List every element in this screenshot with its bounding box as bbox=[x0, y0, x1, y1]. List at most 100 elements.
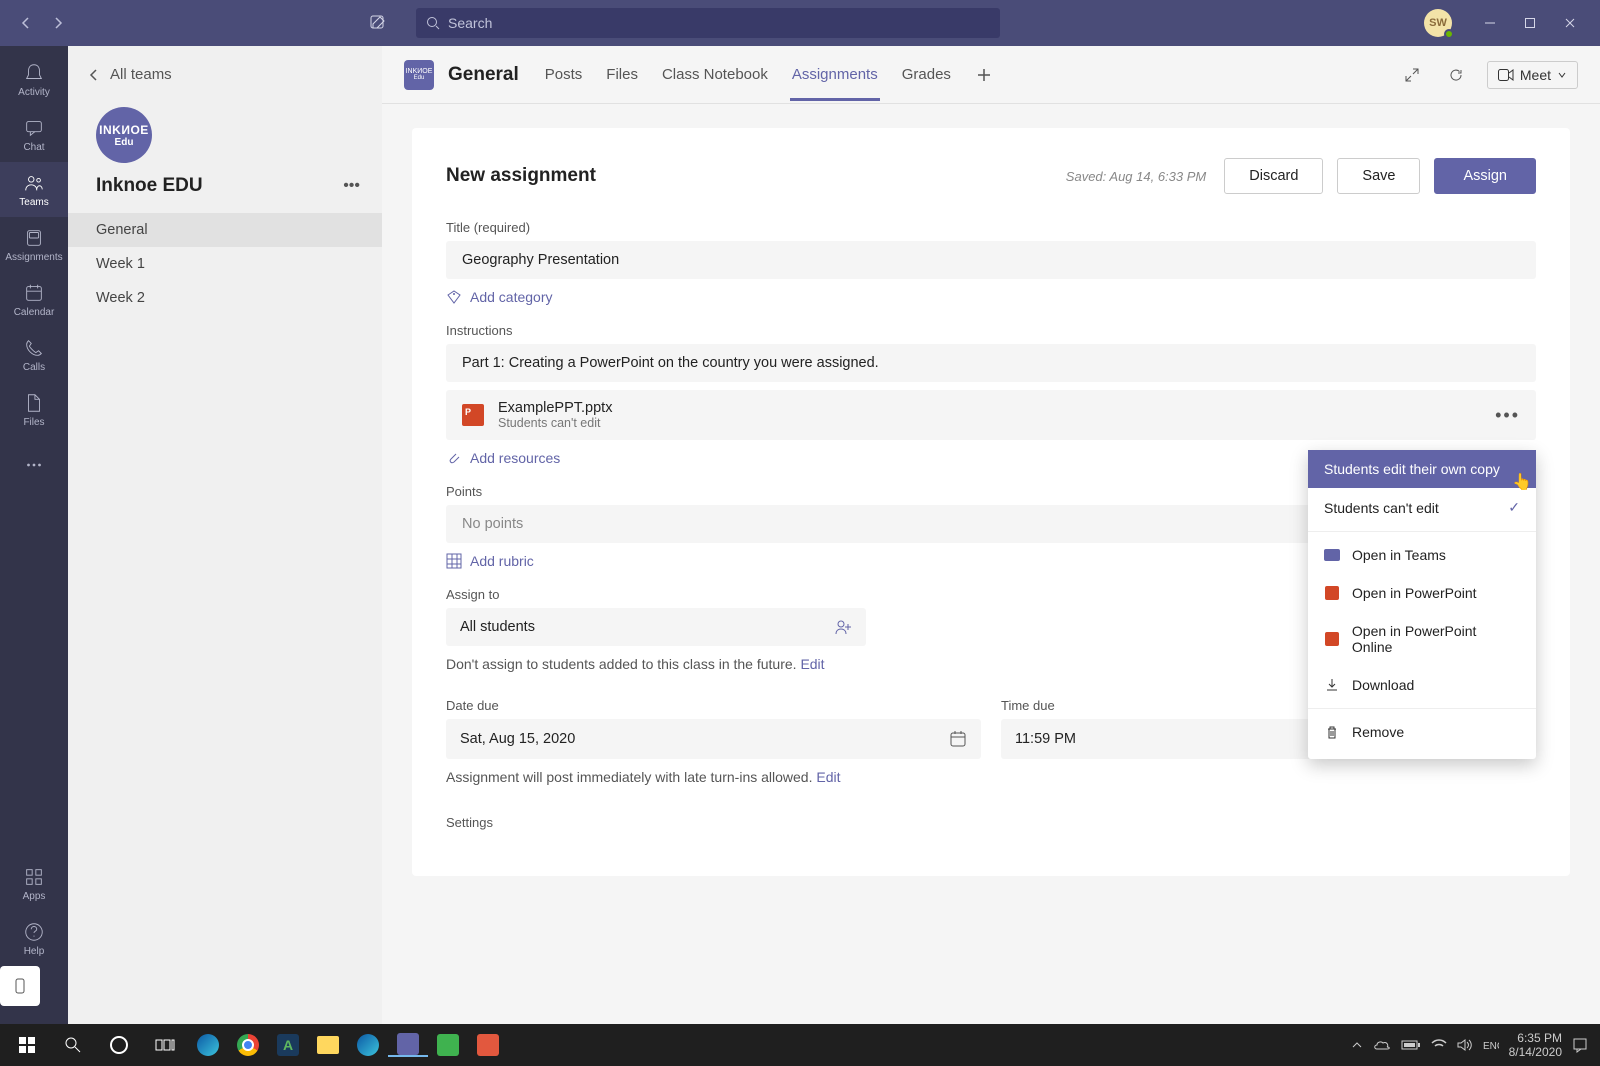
instructions-input[interactable]: Part 1: Creating a PowerPoint on the cou… bbox=[446, 344, 1536, 382]
nav-back-button[interactable] bbox=[16, 13, 36, 33]
start-button[interactable] bbox=[4, 1024, 50, 1066]
tab-class-notebook[interactable]: Class Notebook bbox=[652, 48, 778, 101]
post-note: Assignment will post immediately with la… bbox=[446, 769, 1536, 785]
user-avatar[interactable]: SW bbox=[1424, 9, 1452, 37]
rail-activity[interactable]: Activity bbox=[0, 52, 68, 107]
discard-button[interactable]: Discard bbox=[1224, 158, 1323, 194]
instructions-label: Instructions bbox=[446, 323, 1536, 338]
powerpoint-file-icon bbox=[462, 404, 484, 426]
assign-to-select[interactable]: All students bbox=[446, 608, 866, 646]
compose-button[interactable] bbox=[364, 9, 392, 37]
wifi-icon bbox=[1431, 1039, 1447, 1051]
trash-icon bbox=[1324, 724, 1340, 740]
date-due-label: Date due bbox=[446, 698, 981, 713]
channel-tabbar: INKИOEEdu General Posts Files Class Note… bbox=[382, 46, 1600, 104]
language-icon: ENG bbox=[1483, 1038, 1499, 1052]
notifications-icon bbox=[1572, 1037, 1588, 1053]
window-maximize-button[interactable] bbox=[1510, 3, 1550, 43]
tab-files[interactable]: Files bbox=[596, 48, 648, 101]
channel-week-1[interactable]: Week 1 bbox=[68, 247, 382, 281]
teams-icon bbox=[1324, 549, 1340, 561]
refresh-button[interactable] bbox=[1443, 62, 1469, 88]
taskbar-app-teams[interactable] bbox=[388, 1033, 428, 1057]
saved-timestamp: Saved: Aug 14, 6:33 PM bbox=[1066, 169, 1206, 184]
check-icon: ✓ bbox=[1508, 499, 1520, 516]
windows-taskbar: A ENG 6:35 PM 8/14/2020 bbox=[0, 1024, 1600, 1066]
system-tray[interactable]: ENG 6:35 PM 8/14/2020 bbox=[1351, 1031, 1596, 1060]
popout-button[interactable] bbox=[0, 966, 40, 1006]
chevron-down-icon bbox=[1557, 70, 1567, 80]
tab-grades[interactable]: Grades bbox=[892, 48, 961, 101]
rail-calls[interactable]: Calls bbox=[0, 327, 68, 382]
save-button[interactable]: Save bbox=[1337, 158, 1420, 194]
chevron-left-icon bbox=[88, 69, 100, 81]
taskbar-app-snagit[interactable] bbox=[468, 1034, 508, 1056]
team-name: Inknoe EDU bbox=[96, 175, 203, 197]
team-more-button[interactable]: ••• bbox=[343, 177, 360, 195]
window-minimize-button[interactable] bbox=[1470, 3, 1510, 43]
assign-button[interactable]: Assign bbox=[1434, 158, 1536, 194]
window-close-button[interactable] bbox=[1550, 3, 1590, 43]
rail-teams[interactable]: Teams bbox=[0, 162, 68, 217]
edit-post-note-link[interactable]: Edit bbox=[816, 769, 840, 785]
team-side-panel: All teams INKИOE Edu Inknoe EDU ••• Gene… bbox=[68, 46, 382, 1024]
window-titlebar: Search SW bbox=[0, 0, 1600, 46]
edit-assign-future-link[interactable]: Edit bbox=[800, 656, 824, 672]
menu-open-in-powerpoint-online[interactable]: Open in PowerPoint Online bbox=[1308, 612, 1536, 666]
expand-button[interactable] bbox=[1399, 62, 1425, 88]
taskbar-search[interactable] bbox=[50, 1024, 96, 1066]
attachment-more-button[interactable]: ••• bbox=[1495, 405, 1520, 426]
rail-more[interactable] bbox=[0, 437, 68, 492]
taskbar-app-edge[interactable] bbox=[188, 1034, 228, 1056]
channel-week-2[interactable]: Week 2 bbox=[68, 281, 382, 315]
taskbar-app-chrome[interactable] bbox=[228, 1034, 268, 1056]
menu-remove[interactable]: Remove bbox=[1308, 713, 1536, 751]
menu-open-in-teams[interactable]: Open in Teams bbox=[1308, 536, 1536, 574]
rail-assignments[interactable]: Assignments bbox=[0, 217, 68, 272]
page-heading: New assignment bbox=[446, 165, 596, 187]
meet-button[interactable]: Meet bbox=[1487, 61, 1578, 89]
menu-students-edit-own-copy[interactable]: Students edit their own copy 👆 bbox=[1308, 450, 1536, 488]
add-tab-button[interactable] bbox=[971, 62, 997, 88]
channel-avatar-icon: INKИOEEdu bbox=[404, 60, 434, 90]
tab-assignments[interactable]: Assignments bbox=[782, 48, 888, 101]
team-avatar: INKИOE Edu bbox=[96, 107, 152, 163]
channel-title: General bbox=[448, 64, 519, 86]
taskbar-app-file-explorer[interactable] bbox=[308, 1036, 348, 1054]
nav-forward-button[interactable] bbox=[48, 13, 68, 33]
title-input[interactable]: Geography Presentation bbox=[446, 241, 1536, 279]
title-label: Title (required) bbox=[446, 220, 1536, 235]
calendar-icon bbox=[949, 730, 967, 748]
taskbar-clock[interactable]: 6:35 PM 8/14/2020 bbox=[1509, 1031, 1562, 1060]
content-area: INKИOEEdu General Posts Files Class Note… bbox=[382, 46, 1600, 1024]
menu-separator bbox=[1308, 708, 1536, 709]
onedrive-icon bbox=[1373, 1039, 1391, 1051]
date-due-input[interactable]: Sat, Aug 15, 2020 bbox=[446, 719, 981, 759]
settings-label: Settings bbox=[446, 815, 1536, 830]
menu-students-cant-edit[interactable]: Students can't edit ✓ bbox=[1308, 488, 1536, 527]
rail-chat[interactable]: Chat bbox=[0, 107, 68, 162]
cortana-button[interactable] bbox=[96, 1024, 142, 1066]
search-input[interactable]: Search bbox=[416, 8, 1000, 38]
menu-download[interactable]: Download bbox=[1308, 666, 1536, 704]
taskbar-app-edge2[interactable] bbox=[348, 1034, 388, 1056]
menu-separator bbox=[1308, 531, 1536, 532]
attachment-options-menu: Students edit their own copy 👆 Students … bbox=[1308, 450, 1536, 759]
rail-apps[interactable]: Apps bbox=[0, 856, 68, 911]
add-category-link[interactable]: Add category bbox=[446, 289, 1536, 305]
tab-posts[interactable]: Posts bbox=[535, 48, 593, 101]
powerpoint-icon bbox=[1325, 632, 1339, 646]
svg-text:ENG: ENG bbox=[1483, 1041, 1499, 1052]
rail-calendar[interactable]: Calendar bbox=[0, 272, 68, 327]
add-person-icon bbox=[834, 618, 852, 636]
menu-open-in-powerpoint[interactable]: Open in PowerPoint bbox=[1308, 574, 1536, 612]
taskbar-app-generic1[interactable]: A bbox=[268, 1034, 308, 1056]
channel-general[interactable]: General bbox=[68, 213, 382, 247]
rail-files[interactable]: Files bbox=[0, 382, 68, 437]
task-view-button[interactable] bbox=[142, 1024, 188, 1066]
presence-indicator bbox=[1444, 29, 1454, 39]
download-icon bbox=[1324, 677, 1340, 693]
rail-help[interactable]: Help bbox=[0, 911, 68, 966]
taskbar-app-camtasia[interactable] bbox=[428, 1034, 468, 1056]
all-teams-link[interactable]: All teams bbox=[68, 46, 382, 93]
